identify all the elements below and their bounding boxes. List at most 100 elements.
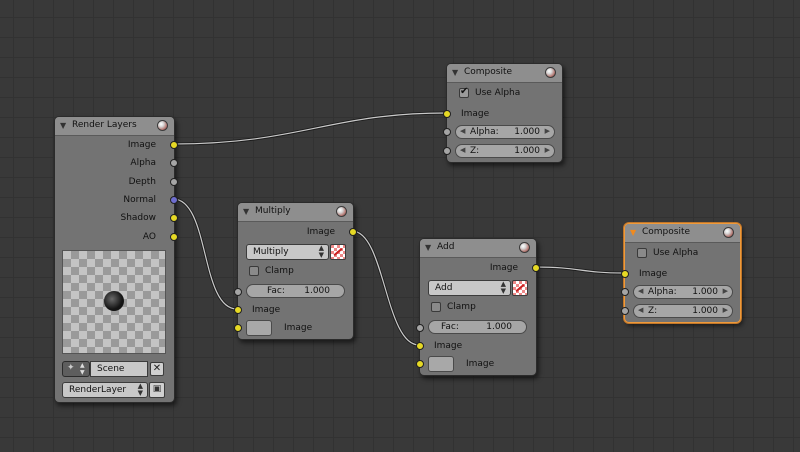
color-swatch[interactable] (428, 356, 454, 372)
shadow-output-socket[interactable] (170, 214, 178, 222)
node-header[interactable]: ▼ Composite (447, 64, 562, 83)
blend-mode-select[interactable]: Add ▲ ▼ (428, 280, 511, 296)
render-layers-node[interactable]: ▼ Render Layers Image Alpha Depth Normal… (54, 116, 178, 403)
decrement-arrow-icon[interactable]: ◀ (460, 146, 465, 154)
blend-mode-select[interactable]: Multiply ▲ ▼ (246, 244, 329, 260)
z-input-socket[interactable] (443, 147, 451, 155)
output-label-ao: AO (142, 232, 156, 242)
composite-node-right[interactable]: ▼ Composite Use Alpha Image ◀ Alpha: 1.0… (621, 223, 741, 323)
z-input-socket[interactable] (621, 307, 629, 315)
alpha-field-value: 1.000 (514, 127, 540, 137)
fac-field-label: Fac: (267, 286, 285, 296)
output-label-shadow: Shadow (120, 213, 156, 223)
blend-mode-text: Add (435, 283, 453, 293)
node-header[interactable]: ▼ Render Layers (55, 117, 174, 136)
collapse-triangle-icon[interactable]: ▼ (630, 228, 636, 237)
decrement-arrow-icon[interactable]: ◀ (638, 287, 643, 295)
preview-sphere-icon[interactable] (519, 242, 530, 253)
image-output-socket[interactable] (349, 228, 357, 236)
link-image-to-composite-top[interactable] (172, 111, 447, 146)
composite-node-top[interactable]: ▼ Composite ✔ Use Alpha Image ◀ Alpha: 1… (443, 63, 563, 163)
alpha-field[interactable]: ◀ Alpha: 1.000 ▶ (455, 125, 555, 139)
node-header[interactable]: ▼ Add (420, 239, 536, 258)
image-input-socket-2[interactable] (234, 324, 242, 332)
node-header[interactable]: ▼ Multiply (238, 203, 353, 222)
fac-field[interactable]: Fac: 1.000 (428, 320, 527, 334)
preview-sphere-icon[interactable] (157, 120, 168, 131)
z-field[interactable]: ◀ Z: 1.000 ▶ (455, 144, 555, 158)
use-alpha-checkbox[interactable]: ✔ (459, 86, 469, 98)
node-header[interactable]: ▼ Composite (625, 224, 740, 243)
fac-field[interactable]: Fac: 1.000 (246, 284, 345, 298)
collapse-triangle-icon[interactable]: ▼ (243, 207, 249, 216)
ao-output-socket[interactable] (170, 233, 178, 241)
clamp-checkbox[interactable] (431, 302, 441, 312)
select-arrows-icon: ▲ ▼ (318, 244, 324, 259)
decrement-arrow-icon[interactable]: ◀ (460, 127, 465, 135)
alpha-field-value: 1.000 (692, 287, 718, 297)
node-title: Multiply (255, 206, 291, 216)
output-label-depth: Depth (128, 177, 156, 187)
collapse-triangle-icon[interactable]: ▼ (425, 243, 431, 252)
image-output-socket[interactable] (170, 141, 178, 149)
node-title: Composite (642, 227, 691, 237)
image-input-socket[interactable] (621, 270, 629, 278)
image-input-label-2: Image (466, 359, 495, 369)
image-input-socket-1[interactable] (416, 342, 424, 350)
use-alpha-checkbox[interactable] (637, 248, 647, 258)
alpha-output-socket[interactable] (170, 159, 178, 167)
image-input-socket-1[interactable] (234, 306, 242, 314)
fac-field-value: 1.000 (304, 286, 330, 296)
output-label-normal: Normal (123, 195, 156, 205)
image-input-socket[interactable] (443, 110, 451, 118)
output-label-image: Image (127, 140, 156, 150)
add-node[interactable]: ▼ Add Image Add ▲ ▼ Clamp Fac: 1.000 Imag… (416, 238, 540, 376)
increment-arrow-icon[interactable]: ▶ (545, 127, 550, 135)
z-field-value: 1.000 (514, 146, 540, 156)
multiply-node[interactable]: ▼ Multiply Image Multiply ▲ ▼ Clamp Fac: … (234, 202, 357, 340)
preview-sphere-icon[interactable] (336, 206, 347, 217)
node-title: Add (437, 242, 455, 252)
decrement-arrow-icon[interactable]: ◀ (638, 306, 643, 314)
scene-icon: ✦ (67, 363, 75, 373)
preview-sphere-icon[interactable] (723, 227, 734, 238)
checkmark-icon: ✔ (460, 86, 469, 97)
image-input-label-1: Image (434, 341, 463, 351)
depth-output-socket[interactable] (170, 178, 178, 186)
normal-output-socket[interactable] (170, 196, 178, 204)
node-title: Render Layers (72, 120, 137, 130)
select-arrows-icon: ▲ ▼ (137, 382, 143, 397)
blend-mode-text: Multiply (253, 247, 289, 257)
increment-arrow-icon[interactable]: ▶ (723, 287, 728, 295)
use-alpha-toggle-icon[interactable] (512, 280, 528, 296)
scene-browse-button[interactable]: ✦ ▲ ▼ (62, 361, 90, 377)
unlink-scene-button[interactable]: ✕ (150, 362, 164, 376)
output-label-alpha: Alpha (130, 158, 156, 168)
z-field[interactable]: ◀ Z: 1.000 ▶ (633, 304, 733, 318)
render-layer-text: RenderLayer (69, 385, 127, 395)
collapse-triangle-icon[interactable]: ▼ (452, 68, 458, 77)
increment-arrow-icon[interactable]: ▶ (545, 146, 550, 154)
alpha-input-socket[interactable] (443, 128, 451, 136)
dropdown-arrows-icon: ▲ ▼ (80, 362, 85, 376)
node-title: Composite (464, 67, 513, 77)
output-label-image: Image (489, 263, 518, 273)
increment-arrow-icon[interactable]: ▶ (723, 306, 728, 314)
collapse-triangle-icon[interactable]: ▼ (60, 121, 66, 130)
image-input-socket-2[interactable] (416, 360, 424, 368)
render-layer-select[interactable]: RenderLayer ▲ ▼ (62, 382, 148, 398)
image-output-socket[interactable] (532, 264, 540, 272)
use-alpha-toggle-icon[interactable] (330, 244, 346, 260)
color-swatch[interactable] (246, 320, 272, 336)
fac-input-socket[interactable] (234, 288, 242, 296)
alpha-field[interactable]: ◀ Alpha: 1.000 ▶ (633, 285, 733, 299)
fac-input-socket[interactable] (416, 324, 424, 332)
z-field-value: 1.000 (692, 306, 718, 316)
fac-field-value: 1.000 (486, 322, 512, 332)
alpha-input-socket[interactable] (621, 288, 629, 296)
scene-name-field[interactable]: Scene (90, 361, 148, 377)
preview-sphere-icon[interactable] (545, 67, 556, 78)
render-layer-button[interactable]: ▣ (149, 382, 165, 398)
clamp-checkbox[interactable] (249, 266, 259, 276)
image-input-label: Image (639, 269, 668, 279)
